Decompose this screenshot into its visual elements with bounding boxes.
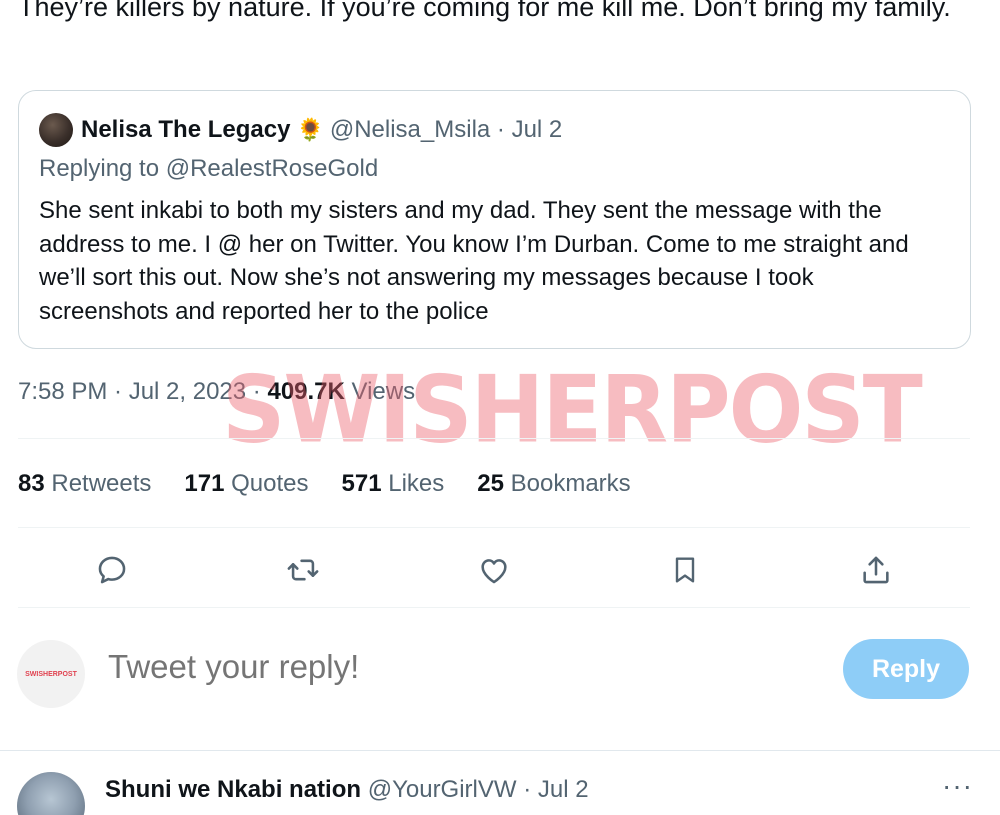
stat-count: 171	[184, 470, 225, 497]
divider	[18, 527, 970, 528]
more-options-icon[interactable]: ···	[942, 770, 973, 802]
stat-count: 25	[477, 470, 504, 497]
stat-retweets[interactable]: 83 Retweets	[18, 470, 151, 498]
like-icon	[481, 559, 507, 584]
stat-label: Retweets	[44, 470, 152, 497]
stat-quotes[interactable]: 171 Quotes	[184, 470, 308, 498]
retweet-button[interactable]	[283, 550, 323, 590]
share-button[interactable]	[856, 550, 896, 590]
avatar[interactable]	[17, 772, 85, 815]
reply-icon	[98, 556, 126, 584]
quoted-tweet-text: She sent inkabi to both my sisters and m…	[39, 197, 909, 325]
divider	[18, 438, 970, 439]
share-icon	[863, 556, 889, 584]
quoted-tweet[interactable]: Nelisa The Legacy 🌻 @Nelisa_Msila · Jul …	[18, 90, 971, 349]
tweet-text: They’re killers by nature. If you’re com…	[18, 0, 951, 22]
reply-tweet[interactable]: Shuni we Nkabi nation @YourGirlVW · Jul …	[17, 770, 987, 815]
quoted-author-name[interactable]: Nelisa The Legacy	[81, 116, 290, 144]
timestamp[interactable]: 7:58 PM · Jul 2, 2023 ·	[18, 378, 267, 405]
bookmark-button[interactable]	[665, 550, 705, 590]
sunflower-emoji: 🌻	[296, 117, 324, 142]
quoted-tweet-header: Nelisa The Legacy 🌻 @Nelisa_Msila · Jul …	[39, 113, 562, 147]
views-count: 409.7K	[267, 378, 345, 405]
stat-likes[interactable]: 571 Likes	[342, 470, 445, 498]
avatar[interactable]: SWISHERPOST	[17, 640, 85, 708]
replying-to[interactable]: Replying to @RealestRoseGold	[39, 155, 378, 183]
watermark: SWISHERPOST	[222, 355, 923, 464]
divider	[18, 607, 970, 608]
divider	[0, 750, 1000, 751]
stat-count: 571	[341, 470, 382, 497]
reply-input[interactable]	[108, 648, 758, 686]
stat-label: Bookmarks	[503, 470, 631, 497]
reply-composer: SWISHERPOST Reply	[0, 630, 1000, 720]
reply-button[interactable]	[92, 550, 132, 590]
stat-bookmarks[interactable]: 25 Bookmarks	[477, 470, 630, 498]
views-label: Views	[344, 378, 416, 405]
stat-label: Quotes	[224, 470, 309, 497]
reply-tweet-header: Shuni we Nkabi nation @YourGirlVW · Jul …	[105, 776, 589, 804]
reply-author-handle[interactable]: @YourGirlVW · Jul 2	[368, 776, 589, 803]
like-button[interactable]	[474, 550, 514, 590]
avatar-logo-text: SWISHERPOST	[25, 670, 77, 678]
reply-author-name[interactable]: Shuni we Nkabi nation	[105, 776, 361, 803]
bookmark-icon	[675, 557, 695, 583]
engagement-stats: 83 Retweets 171 Quotes 571 Likes 25 Book…	[18, 470, 664, 498]
reply-submit-button[interactable]: Reply	[843, 639, 969, 699]
retweet-icon	[287, 559, 319, 581]
avatar[interactable]	[39, 113, 73, 147]
stat-count: 83	[18, 470, 45, 497]
tweet-meta: 7:58 PM · Jul 2, 2023 · 409.7K Views	[18, 378, 415, 406]
quoted-author-handle[interactable]: @Nelisa_Msila · Jul 2	[330, 116, 562, 144]
stat-label: Likes	[381, 470, 445, 497]
